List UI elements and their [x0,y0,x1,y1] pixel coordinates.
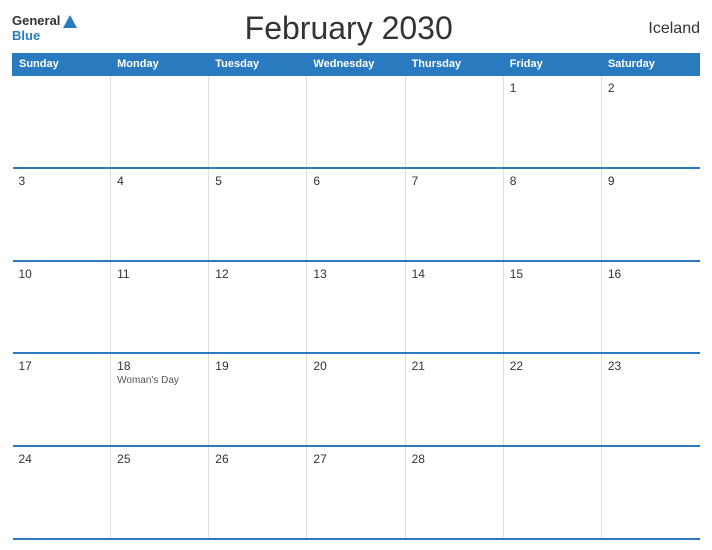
day-number: 20 [313,359,398,373]
day-number: 8 [510,174,595,188]
header-monday: Monday [111,54,209,76]
day-cell [209,75,307,168]
day-number: 18 [117,359,202,373]
day-cell: 13 [307,261,405,354]
day-cell: 10 [13,261,111,354]
day-number: 1 [510,81,595,95]
day-cell: 8 [503,168,601,261]
day-number: 3 [19,174,105,188]
day-cell: 19 [209,353,307,446]
day-cell: 9 [601,168,699,261]
header-sunday: Sunday [13,54,111,76]
day-cell: 27 [307,446,405,539]
logo: General Blue [12,14,77,43]
day-number: 12 [215,267,300,281]
day-cell: 15 [503,261,601,354]
day-number: 11 [117,267,202,281]
day-number: 14 [412,267,497,281]
day-number: 6 [313,174,398,188]
header-tuesday: Tuesday [209,54,307,76]
day-cell [601,446,699,539]
day-cell: 24 [13,446,111,539]
week-row-5: 24 25 26 27 28 [13,446,700,539]
week-row-3: 10 11 12 13 14 15 16 [13,261,700,354]
header-friday: Friday [503,54,601,76]
day-cell: 17 [13,353,111,446]
day-number: 5 [215,174,300,188]
day-cell [503,446,601,539]
day-number: 21 [412,359,497,373]
day-cell [307,75,405,168]
logo-general: General [12,14,60,28]
day-number: 19 [215,359,300,373]
day-cell: 16 [601,261,699,354]
day-number: 24 [19,452,105,466]
header-saturday: Saturday [601,54,699,76]
day-event: Woman's Day [117,375,202,386]
day-cell: 28 [405,446,503,539]
day-cell: 18 Woman's Day [111,353,209,446]
logo-blue: Blue [12,29,77,43]
day-number: 7 [412,174,497,188]
day-cell: 1 [503,75,601,168]
day-cell: 23 [601,353,699,446]
day-cell: 2 [601,75,699,168]
day-cell: 3 [13,168,111,261]
day-cell: 22 [503,353,601,446]
day-cell: 11 [111,261,209,354]
week-row-4: 17 18 Woman's Day 19 20 21 22 23 [13,353,700,446]
day-cell: 14 [405,261,503,354]
day-number: 27 [313,452,398,466]
day-number: 16 [608,267,694,281]
header-thursday: Thursday [405,54,503,76]
day-number: 4 [117,174,202,188]
day-cell: 21 [405,353,503,446]
day-cell: 25 [111,446,209,539]
day-number: 2 [608,81,694,95]
week-row-2: 3456789 [13,168,700,261]
day-cell: 20 [307,353,405,446]
day-number: 23 [608,359,694,373]
day-number: 26 [215,452,300,466]
day-number: 22 [510,359,595,373]
logo-triangle-icon [63,15,77,28]
country-label: Iceland [620,20,700,38]
day-headers-row: Sunday Monday Tuesday Wednesday Thursday… [13,54,700,76]
day-number: 25 [117,452,202,466]
day-number: 15 [510,267,595,281]
day-cell [111,75,209,168]
header: General Blue February 2030 Iceland [12,10,700,47]
day-cell: 7 [405,168,503,261]
day-number: 28 [412,452,497,466]
day-cell: 4 [111,168,209,261]
day-number: 13 [313,267,398,281]
day-cell [405,75,503,168]
day-number: 10 [19,267,105,281]
day-cell: 5 [209,168,307,261]
day-cell: 12 [209,261,307,354]
day-number: 9 [608,174,694,188]
day-cell: 26 [209,446,307,539]
week-row-1: 12 [13,75,700,168]
day-cell: 6 [307,168,405,261]
calendar-table: Sunday Monday Tuesday Wednesday Thursday… [12,53,700,540]
day-cell [13,75,111,168]
day-number: 17 [19,359,105,373]
header-wednesday: Wednesday [307,54,405,76]
calendar-title: February 2030 [77,10,620,47]
page-wrapper: General Blue February 2030 Iceland Sunda… [0,0,712,550]
